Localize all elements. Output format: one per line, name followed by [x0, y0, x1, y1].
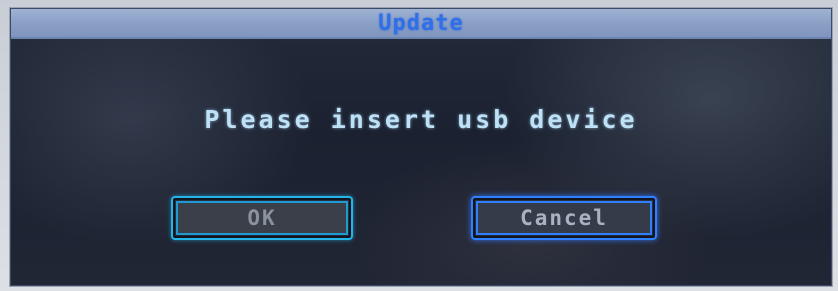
cancel-button-label: Cancel [520, 206, 608, 230]
ok-button-label: OK [247, 206, 277, 230]
ok-button[interactable]: OK [171, 196, 353, 240]
cancel-button[interactable]: Cancel [471, 196, 657, 240]
dialog-message: Please insert usb device [204, 105, 638, 134]
cancel-button-face: Cancel [476, 201, 652, 235]
ok-button-face: OK [176, 201, 348, 235]
dialog-titlebar: Update [11, 9, 831, 39]
update-dialog: Update Please insert usb device OK Cance… [10, 8, 832, 286]
dialog-title: Update [378, 11, 464, 36]
screen: Update Please insert usb device OK Cance… [0, 0, 838, 291]
